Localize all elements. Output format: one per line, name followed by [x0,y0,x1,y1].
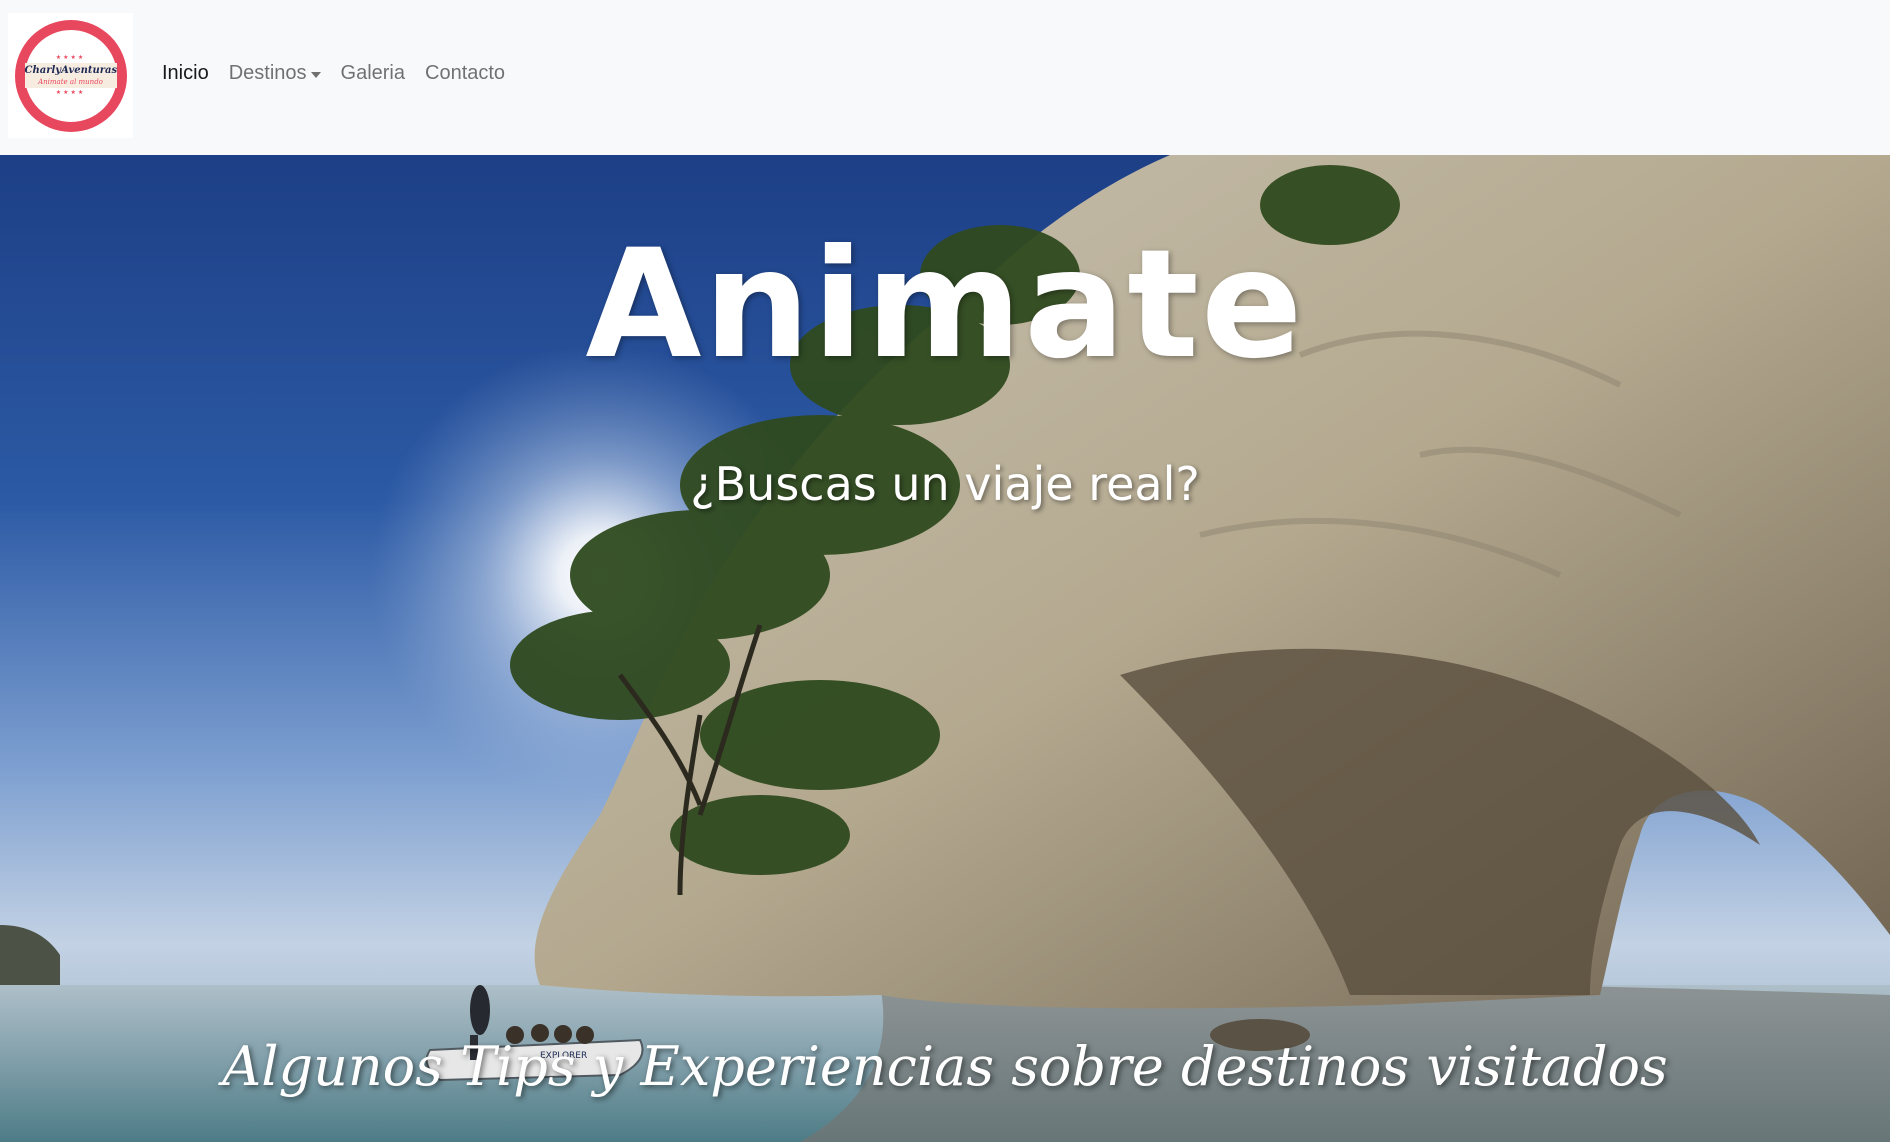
logo-band: CharlyAventuras Animate al mundo [24,63,118,88]
nav-item-inicio[interactable]: Inicio [152,58,219,89]
hero-subtitle: ¿Buscas un viaje real? [690,457,1200,511]
hero-tagline: Algunos Tips y Experiencias sobre destin… [222,1035,1668,1098]
nav-links: Inicio Destinos Galeria Contacto [152,58,515,89]
hero-section: EXPLORER Animate ¿Buscas un viaje real? … [0,155,1890,1142]
brand-logo: ★★★★ CharlyAventuras Animate al mundo ★★… [14,19,127,132]
brand-name: CharlyAventuras [24,65,118,76]
brand-tagline: Animate al mundo [38,78,103,86]
nav-item-destinos[interactable]: Destinos [219,58,331,89]
navbar: ★★★★ CharlyAventuras Animate al mundo ★★… [0,0,1890,155]
brand-logo-link[interactable]: ★★★★ CharlyAventuras Animate al mundo ★★… [8,13,133,138]
hero-title: Animate [585,218,1305,392]
logo-stars-bottom: ★★★★ [55,89,86,96]
logo-badge: ★★★★ CharlyAventuras Animate al mundo ★★… [22,27,119,124]
nav-item-galeria[interactable]: Galeria [331,58,415,89]
caret-down-icon [310,71,321,78]
nav-item-destinos-label: Destinos [228,62,307,84]
logo-stars-top: ★★★★ [55,54,86,61]
nav-item-contacto[interactable]: Contacto [415,58,515,89]
